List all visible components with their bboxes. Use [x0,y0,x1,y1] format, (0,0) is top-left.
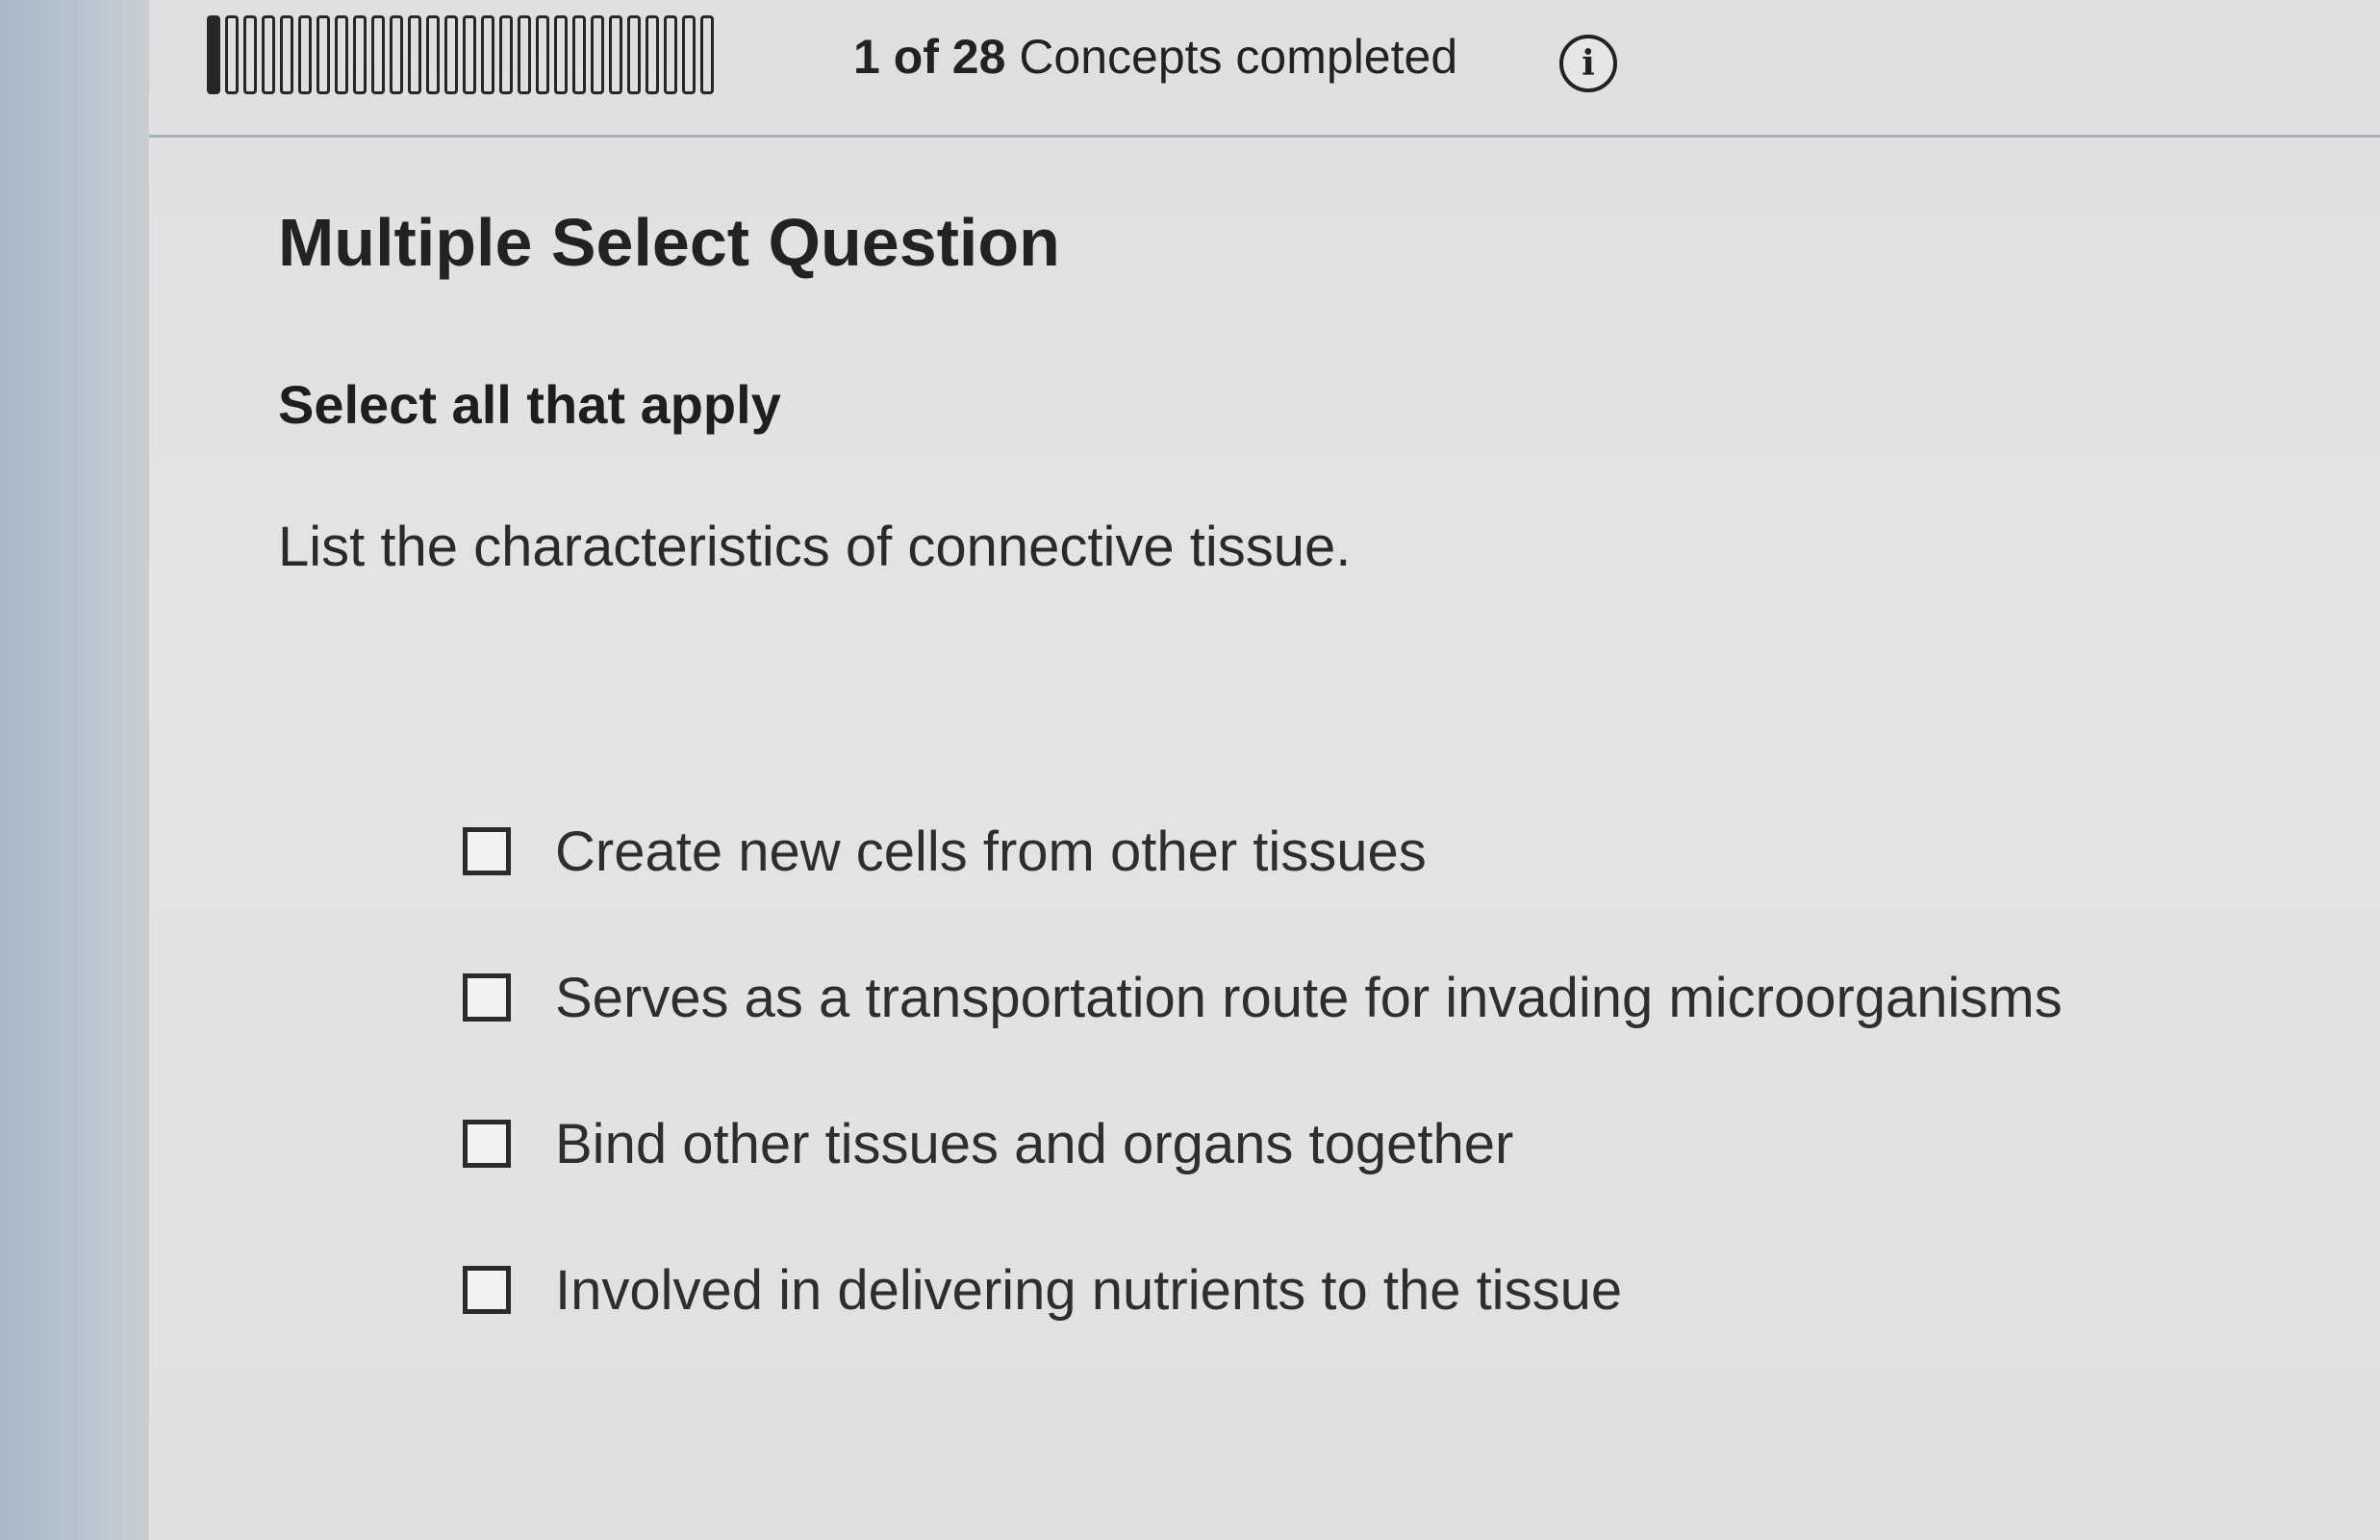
progress-segment [646,15,659,94]
question-instruction: Select all that apply [278,374,781,435]
progress-segment [316,15,330,94]
progress-segment [627,15,641,94]
info-glyph: i [1582,43,1595,84]
progress-segment [243,15,257,94]
progress-segment [518,15,531,94]
progress-segment [499,15,513,94]
progress-segment [262,15,275,94]
progress-segment [572,15,586,94]
progress-count: 1 of 28 [853,30,1006,84]
answer-option-label: Create new cells from other tissues [555,820,1427,883]
progress-segment [335,15,348,94]
progress-segment [664,15,677,94]
answer-checkbox[interactable] [463,1266,511,1314]
progress-segment [426,15,440,94]
progress-suffix: Concepts completed [1019,30,1458,84]
progress-segment [298,15,312,94]
answer-option-label: Involved in delivering nutrients to the … [555,1258,1623,1322]
progress-segment [609,15,622,94]
header-divider [149,135,2380,138]
answer-option[interactable]: Create new cells from other tissues [463,813,2063,890]
answer-options: Create new cells from other tissues Serv… [463,813,2063,1328]
concept-progress-bar [207,13,714,96]
progress-segment [536,15,549,94]
progress-segment [408,15,421,94]
progress-segment [591,15,604,94]
progress-segment [353,15,367,94]
progress-label: 1 of 28 Concepts completed [853,29,1457,85]
page-left-margin [0,0,149,1540]
progress-segment [463,15,476,94]
question-panel: 1 of 28 Concepts completed i Multiple Se… [149,0,2380,1540]
progress-segment [280,15,293,94]
progress-segment [225,15,239,94]
progress-segments [207,15,714,94]
progress-segment [700,15,714,94]
progress-segment [390,15,403,94]
progress-segment [554,15,568,94]
answer-checkbox[interactable] [463,973,511,1022]
progress-segment [444,15,458,94]
progress-segment-completed [207,15,220,94]
answer-checkbox[interactable] [463,1120,511,1168]
progress-segment [682,15,696,94]
answer-option[interactable]: Involved in delivering nutrients to the … [463,1251,2063,1328]
answer-option[interactable]: Bind other tissues and organs together [463,1105,2063,1182]
answer-option[interactable]: Serves as a transportation route for inv… [463,959,2063,1036]
info-icon[interactable]: i [1559,35,1617,92]
question-prompt: List the characteristics of connective t… [278,516,1352,578]
progress-segment [481,15,494,94]
question-type-title: Multiple Select Question [278,205,1060,280]
progress-segment [371,15,385,94]
answer-option-label: Serves as a transportation route for inv… [555,966,2063,1029]
answer-option-label: Bind other tissues and organs together [555,1112,1514,1175]
answer-checkbox[interactable] [463,827,511,875]
